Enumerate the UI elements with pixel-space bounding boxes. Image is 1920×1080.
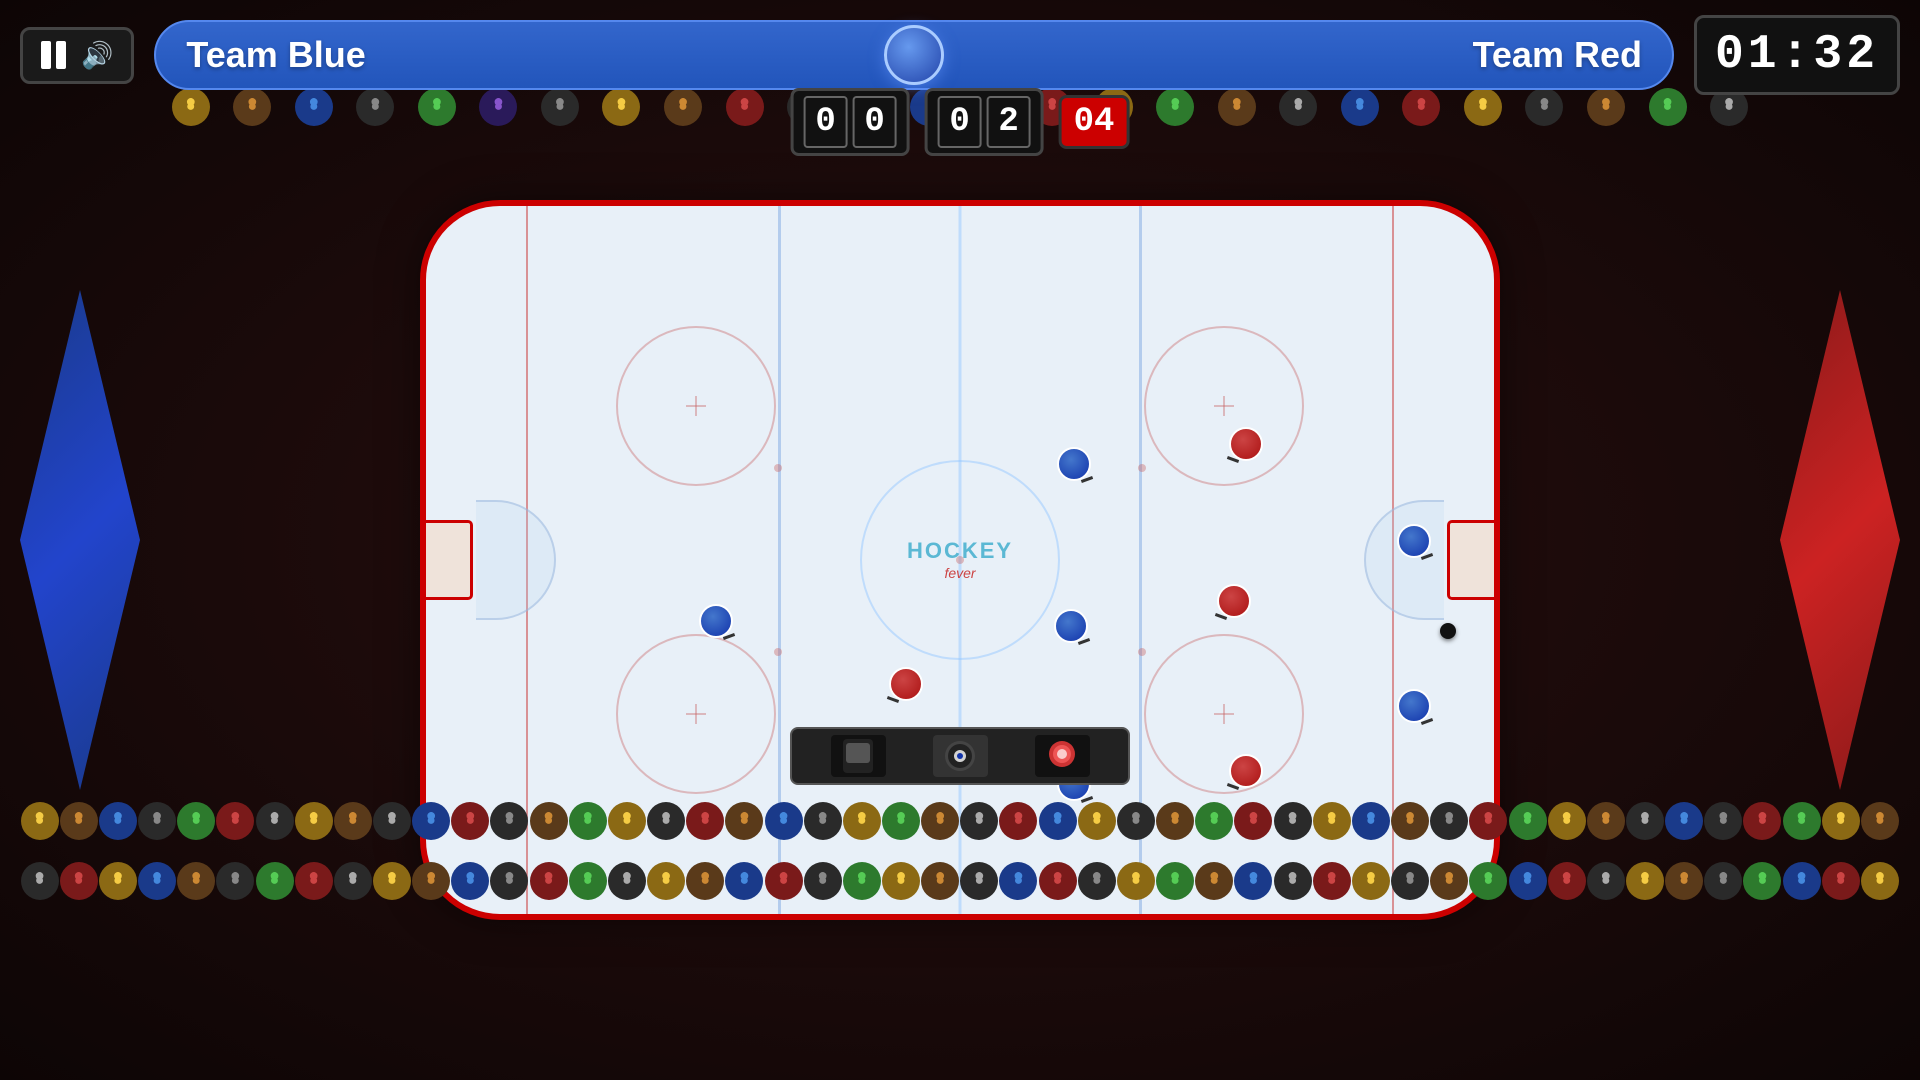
- red-score-d2: 2: [987, 96, 1031, 148]
- player-red-4: [1227, 752, 1265, 790]
- faceoff-circle-bl: [616, 634, 776, 794]
- puck-indicator: [884, 25, 944, 85]
- neutral-dot-4: [1138, 648, 1146, 656]
- spec-slot-3: [1035, 735, 1090, 777]
- player-blue-5-body: [1397, 689, 1431, 723]
- faceoff-circle-tr: [1144, 326, 1304, 486]
- player-red-4-body: [1229, 754, 1263, 788]
- player-blue-goalie: [697, 602, 735, 640]
- pause-button[interactable]: [41, 41, 69, 69]
- player-red-3-body: [1217, 584, 1251, 618]
- blue-score-d1: 0: [804, 96, 848, 148]
- player-red-2-body: [1229, 427, 1263, 461]
- pause-bar-right: [56, 41, 66, 69]
- blue-score-box: 0 0: [791, 88, 910, 156]
- spec-player-2-icon: [940, 739, 980, 773]
- player-red-2: [1227, 425, 1265, 463]
- puck: [1440, 623, 1456, 639]
- goal-right: [1447, 520, 1497, 600]
- red-score-d1: 0: [938, 96, 982, 148]
- player-red-1-body: [889, 667, 923, 701]
- player-blue-4: [1395, 522, 1433, 560]
- neutral-dot-1: [774, 464, 782, 472]
- player-red-3: [1215, 582, 1253, 620]
- player-blue-4-body: [1397, 524, 1431, 558]
- game-timer: 01:32: [1694, 15, 1900, 95]
- score-section: 0 0 0 2 04: [791, 88, 1130, 156]
- watermark-fever: fever: [907, 565, 1013, 582]
- faceoff-cross-tl: [686, 396, 706, 416]
- player-blue-2-body: [1054, 609, 1088, 643]
- player-blue-1-body: [1057, 447, 1091, 481]
- faceoff-circle-br: [1144, 634, 1304, 794]
- player-red-1: [887, 665, 925, 703]
- player-blue-goalie-body: [699, 604, 733, 638]
- faceoff-cross-bl: [686, 704, 706, 724]
- player-blue-1: [1055, 445, 1093, 483]
- faceoff-circle-tl: [616, 326, 776, 486]
- controls-panel: 🔊: [20, 27, 134, 84]
- spec-slot-2: [933, 735, 988, 777]
- red-score-box: 0 2: [925, 88, 1044, 156]
- spec-player-1-icon: [838, 739, 878, 773]
- neutral-dot-3: [1138, 464, 1146, 472]
- bottom-crowd-row-2: ● ● ● ● ● ● ● ● ● ● ● ● ● ● ● ● ● ● ● ● …: [0, 862, 1920, 900]
- spec-player-3-icon: [1042, 739, 1082, 773]
- pause-bar-left: [41, 41, 51, 69]
- center-dot: [956, 556, 964, 564]
- player-blue-5: [1395, 687, 1433, 725]
- crease-right: [1364, 500, 1444, 620]
- penalty-box: 04: [1059, 95, 1130, 149]
- goal-left: [423, 520, 473, 600]
- bottom-crowd-row-1: ● ● ● ● ● ● ● ● ● ● ● ● ● ● ● ● ● ● ● ● …: [0, 802, 1920, 840]
- team-red-name: Team Red: [1473, 34, 1642, 76]
- spectator-bar: [790, 727, 1130, 785]
- crease-left: [476, 500, 556, 620]
- spec-slot-1: [831, 735, 886, 777]
- faceoff-cross-tr: [1214, 396, 1234, 416]
- volume-icon[interactable]: 🔊: [81, 40, 113, 71]
- player-blue-2: [1052, 607, 1090, 645]
- neutral-dot-2: [774, 648, 782, 656]
- blue-score-d2: 0: [853, 96, 897, 148]
- team-blue-name: Team Blue: [186, 34, 365, 76]
- faceoff-cross-br: [1214, 704, 1234, 724]
- score-bar: Team Blue Team Red: [154, 20, 1674, 90]
- penalty-time: 04: [1074, 103, 1115, 141]
